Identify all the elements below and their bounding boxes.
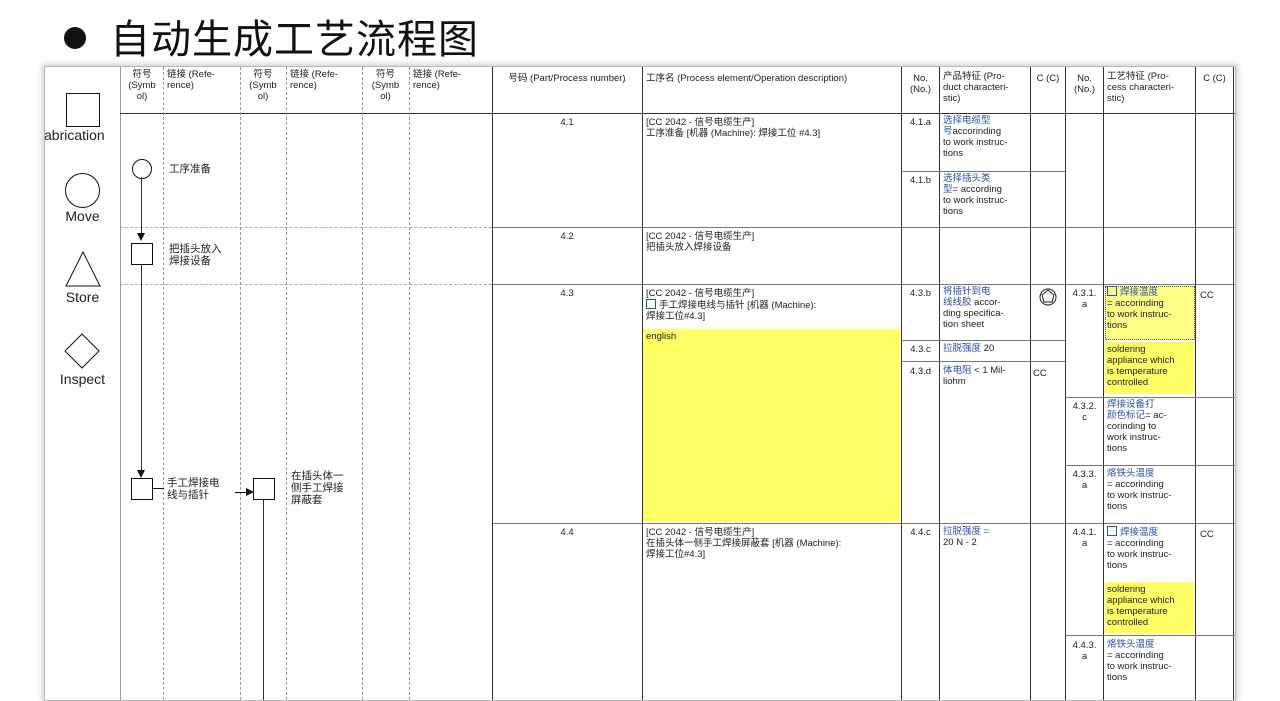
process-no-4-3-3-a: 4.3.3. a — [1072, 469, 1097, 491]
header-symbol-3: 符号 (Symb ol) — [371, 69, 400, 102]
checkbox-icon — [1107, 526, 1117, 536]
arrow-down-icon — [137, 233, 145, 241]
product-char-4-1-a: 选择电缆型 号accorinding to work instruc- tion… — [943, 115, 1008, 159]
flow-step-shield-solder: 在插头体一 侧手工焊接 屏蔽套 — [291, 470, 344, 506]
process-note-4-3[interactable]: english — [646, 331, 896, 342]
process-description-4-3: [CC 2042 - 信号电缆生产] 手工焊接电线与插针 [机器 (Machine… — [646, 288, 817, 322]
arrow-down-icon — [137, 470, 145, 478]
header-reference-3: 链接 (Refe- rence) — [413, 69, 462, 91]
header-reference-1: 链接 (Refe- rence) — [167, 69, 216, 91]
process-char-4-3-1-a: 焊接温度 = accorinding to work instruc- tions — [1107, 286, 1172, 331]
bullet-icon — [64, 27, 86, 49]
header-no-1: No. (No.) — [909, 73, 932, 95]
process-description-4-1: [CC 2042 - 信号电缆生产] 工序准备 [机器 (Machine): 焊… — [646, 117, 821, 139]
slide-title: 自动生成工艺流程图 — [64, 6, 479, 66]
product-char-4-3-c: 拉脱强度 20 — [943, 343, 995, 354]
header-symbol-1: 符号 (Symb ol) — [128, 69, 156, 102]
palette-label-fabrication: abrication — [44, 127, 105, 143]
circle-icon[interactable] — [65, 173, 100, 208]
process-note-4-3-1-a: soldering appliance which is temperature… — [1107, 344, 1175, 388]
fabrication-square-icon[interactable] — [253, 478, 275, 500]
product-no-4-3-b: 4.3.b — [909, 288, 932, 299]
part-number-4-2: 4.2 — [560, 231, 574, 242]
fabrication-square-icon[interactable] — [131, 243, 153, 265]
header-process-characteristic: 工艺特征 (Pro- cess characteri- stic) — [1107, 71, 1175, 104]
header-part-number: 号码 (Part/Process number) — [508, 73, 626, 84]
triangle-icon[interactable] — [65, 251, 101, 287]
process-c-4-3-1-a: CC — [1200, 290, 1214, 301]
inspection-symbol-icon — [1039, 288, 1057, 306]
part-number-4-4: 4.4 — [560, 527, 574, 538]
palette-label-inspect: Inspect — [59, 371, 106, 387]
diamond-icon[interactable] — [64, 333, 100, 369]
product-no-4-3-c: 4.3.c — [910, 344, 931, 355]
product-c-4-3-d: CC — [1033, 368, 1047, 379]
shape-palette: abrication Move Store Inspect — [45, 67, 121, 700]
process-c-4-4-1-a: CC — [1200, 529, 1214, 540]
header-symbol-2: 符号 (Symb ol) — [249, 69, 277, 102]
process-char-4-3-2-c: 焊接设备打 颜色标记= ac- corinding to work instru… — [1107, 399, 1167, 454]
flow-step-prepare: 工序准备 — [169, 163, 211, 175]
process-char-4-4-3-a: 烙铁头温度 = accorinding to work instruc- tion… — [1107, 639, 1172, 683]
palette-label-move: Move — [65, 208, 100, 224]
product-no-4-1-a: 4.1.a — [909, 117, 932, 128]
process-flow-sheet: abrication Move Store Inspect 符号 (Symb o… — [44, 66, 1236, 701]
flow-step-insert-plug: 把插头放入 焊接设备 — [169, 243, 222, 267]
header-c-1: C (C) — [1036, 73, 1060, 84]
product-char-4-3-b: 将插针到电 线线胶 accor- ding specifica- tion sh… — [943, 286, 1004, 330]
process-no-4-4-1-a: 4.4.1. a — [1072, 527, 1097, 549]
process-no-4-4-3-a: 4.4.3. a — [1072, 640, 1097, 662]
product-no-4-4-c: 4.4.c — [910, 527, 931, 538]
part-number-4-3: 4.3 — [560, 288, 574, 299]
move-circle-icon[interactable] — [132, 159, 152, 179]
square-icon[interactable] — [66, 93, 100, 127]
process-description-4-4: [CC 2042 - 信号电缆生产] 在插头体一侧手工焊接屏蔽套 [机器 (Ma… — [646, 527, 842, 560]
process-no-4-3-1-a: 4.3.1. a — [1072, 288, 1097, 310]
process-description-4-2: [CC 2042 - 信号电缆生产] 把插头放入焊接设备 — [646, 231, 755, 253]
slide-title-text: 自动生成工艺流程图 — [110, 17, 479, 63]
process-no-4-3-2-c: 4.3.2. c — [1072, 401, 1097, 423]
process-note-4-4-1-a: soldering appliance which is temperature… — [1107, 584, 1175, 628]
product-no-4-3-d: 4.3.d — [909, 366, 932, 377]
process-char-4-4-1-a: 焊接温度 = accorinding to work instruc- tions — [1107, 526, 1172, 571]
header-process-description: 工序名 (Process element/Operation descripti… — [646, 73, 848, 84]
product-char-4-3-d: 体电阻 < 1 Mil- liohm — [943, 365, 1006, 387]
header-product-characteristic: 产品特征 (Pro- duct characteri- stic) — [943, 71, 1009, 104]
header-c-2: C (C) — [1203, 73, 1226, 84]
header-no-2: No. (No.) — [1073, 73, 1096, 95]
process-note-highlight — [643, 329, 900, 522]
process-char-4-3-3-a: 烙铁头温度 = accorinding to work instruc- tion… — [1107, 468, 1172, 512]
palette-label-store: Store — [65, 289, 100, 305]
checkbox-icon — [646, 299, 656, 309]
header-reference-2: 链接 (Refe- rence) — [290, 69, 339, 91]
flow-step-manual-solder: 手工焊接电 线与插针 — [167, 477, 220, 501]
checkbox-icon — [1107, 286, 1117, 296]
fabrication-square-icon[interactable] — [131, 478, 153, 500]
product-no-4-1-b: 4.1.b — [909, 175, 932, 186]
part-number-4-1: 4.1 — [560, 117, 574, 128]
product-char-4-1-b: 选择插头类 型= according to work instruc- tion… — [943, 173, 1008, 217]
product-char-4-4-c: 拉脱强度 = 20 N - 2 — [943, 526, 990, 548]
